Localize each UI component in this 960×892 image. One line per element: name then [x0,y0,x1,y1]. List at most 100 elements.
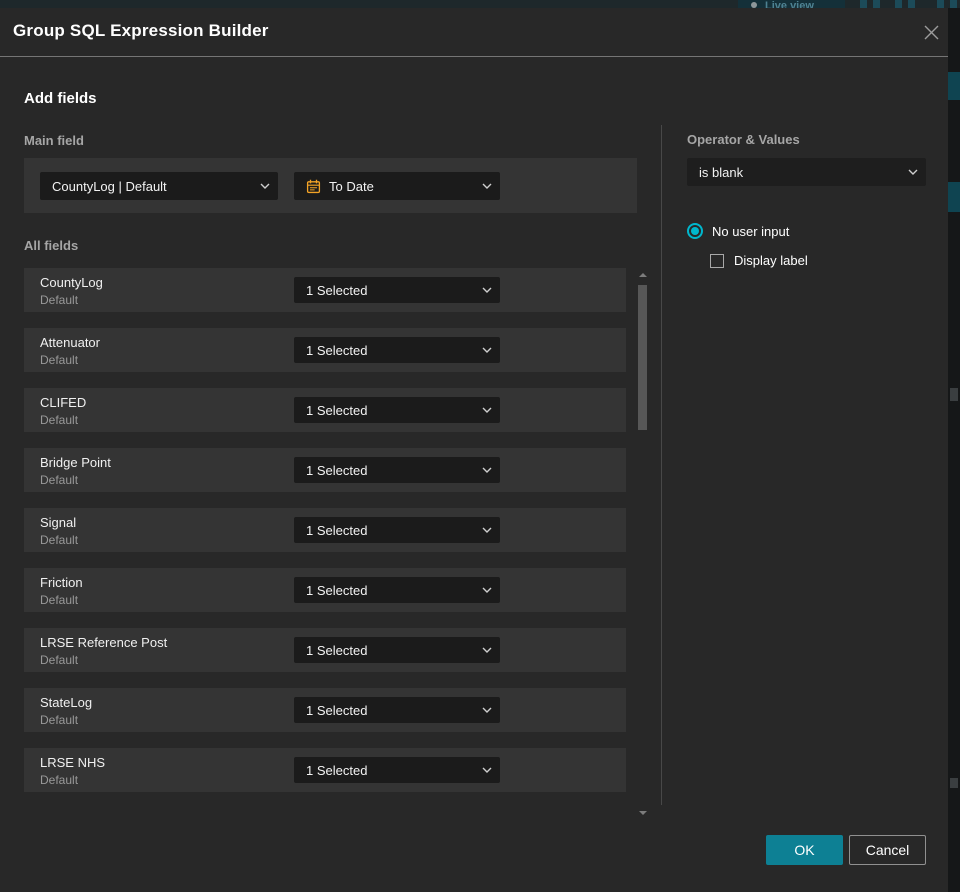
close-icon [924,25,938,39]
chevron-down-icon [482,707,492,713]
field-sublabel: Default [40,533,79,547]
field-values-select[interactable]: 1 Selected [294,277,500,303]
background-toolbar: Live view [0,0,960,8]
field-name: StateLog [40,695,93,710]
field-values-select-value: 1 Selected [306,402,368,418]
fields-scrollbar[interactable] [638,267,648,817]
field-sublabel: Default [40,473,79,487]
radio-selected-icon [687,223,703,239]
field-row: CountyLog Default 1 Selected [24,268,626,312]
main-field-select-value: CountyLog | Default [52,178,167,194]
operator-select-value: is blank [699,164,744,180]
screen: Live view Group SQL Expression Builder A… [0,0,960,892]
chevron-down-icon [482,347,492,353]
field-values-select-value: 1 Selected [306,762,368,778]
field-sublabel: Default [40,353,79,367]
field-values-select-value: 1 Selected [306,642,368,658]
live-view-button[interactable]: Live view [738,0,845,8]
field-values-select[interactable]: 1 Selected [294,577,500,603]
background-right-edge [948,8,960,892]
main-field-date-select[interactable]: To Date [294,172,500,200]
chevron-down-icon [482,527,492,533]
field-name: CLIFED [40,395,87,410]
field-row: StateLog Default 1 Selected [24,688,626,732]
chevron-down-icon [482,587,492,593]
field-row: Bridge Point Default 1 Selected [24,448,626,492]
field-sublabel: Default [40,593,79,607]
chevron-down-icon [482,767,492,773]
field-values-select[interactable]: 1 Selected [294,757,500,783]
field-values-select-value: 1 Selected [306,342,368,358]
chevron-down-icon [908,169,918,175]
no-user-input-label: No user input [712,223,790,239]
add-fields-heading: Add fields [24,90,97,107]
toolbar-fragment [908,0,915,8]
field-values-select-value: 1 Selected [306,522,368,538]
dialog-title: Group SQL Expression Builder [13,21,269,40]
scroll-down-icon[interactable] [639,811,647,815]
scroll-up-icon[interactable] [639,273,647,277]
all-fields-list: CountyLog Default 1 Selected Attenuator … [24,268,626,808]
ok-button[interactable]: OK [766,835,843,865]
chevron-down-icon [482,287,492,293]
field-values-select[interactable]: 1 Selected [294,397,500,423]
field-values-select[interactable]: 1 Selected [294,457,500,483]
checkbox-unchecked-icon [710,253,724,268]
field-sublabel: Default [40,773,79,787]
field-values-select[interactable]: 1 Selected [294,517,500,543]
field-values-select-value: 1 Selected [306,462,368,478]
field-values-select-value: 1 Selected [306,582,368,598]
field-values-select[interactable]: 1 Selected [294,637,500,663]
operator-values-label: Operator & Values [687,132,800,147]
toolbar-fragment [860,0,867,8]
operator-select[interactable]: is blank [687,158,926,186]
toolbar-fragment [950,0,957,8]
all-fields-label: All fields [24,238,79,253]
field-row: LRSE Reference Post Default 1 Selected [24,628,626,672]
field-name: Attenuator [40,335,100,350]
toolbar-fragment [895,0,902,8]
no-user-input-radio[interactable]: No user input [687,223,789,239]
display-label-label: Display label [734,253,808,268]
field-values-select[interactable]: 1 Selected [294,337,500,363]
field-values-select[interactable]: 1 Selected [294,697,500,723]
background-accent [948,182,960,212]
background-accent [948,72,960,100]
calendar-icon [306,179,321,194]
scrollbar-thumb[interactable] [638,285,647,430]
field-name: LRSE NHS [40,755,106,770]
display-label-checkbox[interactable]: Display label [710,253,808,268]
field-sublabel: Default [40,413,79,427]
field-row: CLIFED Default 1 Selected [24,388,626,432]
chevron-down-icon [482,467,492,473]
field-row: LRSE NHS Default 1 Selected [24,748,626,792]
field-sublabel: Default [40,653,79,667]
main-field-select[interactable]: CountyLog | Default [40,172,278,200]
field-sublabel: Default [40,293,79,307]
field-name: LRSE Reference Post [40,635,168,650]
field-values-select-value: 1 Selected [306,702,368,718]
cancel-button[interactable]: Cancel [849,835,926,865]
field-sublabel: Default [40,713,79,727]
toolbar-fragment [937,0,944,8]
field-name: Signal [40,515,77,530]
chevron-down-icon [260,183,270,189]
header-divider [0,56,948,57]
field-name: CountyLog [40,275,103,290]
background-accent [950,778,958,788]
field-row: Attenuator Default 1 Selected [24,328,626,372]
main-field-panel: CountyLog | Default To Date [24,158,637,213]
column-divider [661,125,662,805]
main-field-label: Main field [24,133,84,148]
live-view-label: Live view [765,0,814,8]
chevron-down-icon [482,183,492,189]
chevron-down-icon [482,407,492,413]
close-button[interactable] [917,18,945,46]
main-field-date-value: To Date [329,178,374,194]
field-row: Signal Default 1 Selected [24,508,626,552]
chevron-down-icon [482,647,492,653]
field-values-select-value: 1 Selected [306,282,368,298]
group-sql-expression-builder-dialog: Group SQL Expression Builder Add fields … [0,8,948,892]
field-row: Friction Default 1 Selected [24,568,626,612]
background-accent [950,388,958,401]
